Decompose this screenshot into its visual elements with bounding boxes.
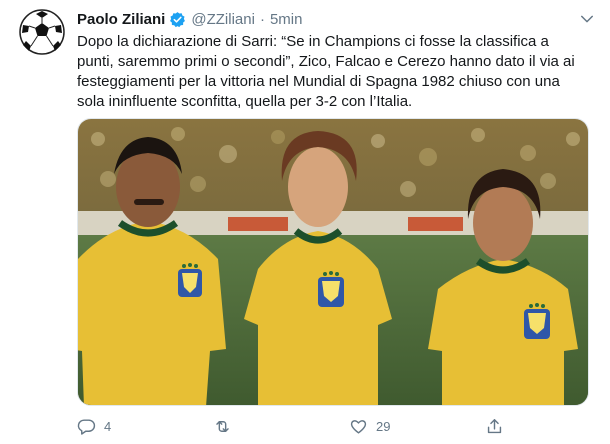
tweet-text: Dopo la dichiarazione di Sarri: “Se in C… [77,33,575,110]
tweet-actions: 4 29 [77,414,589,438]
share-button[interactable] [485,414,512,438]
tweet-card[interactable]: Paolo Ziliani @ZZiliani · 5min Dopo la d… [0,0,610,444]
retweet-button[interactable] [213,414,240,438]
author-name[interactable]: Paolo Ziliani [77,11,165,28]
retweet-icon [216,420,229,432]
reply-button[interactable]: 4 [77,414,111,438]
tweet-header: Paolo Ziliani @ZZiliani · 5min [77,8,302,30]
share-icon [487,418,502,433]
verified-badge-icon [169,11,186,28]
separator-dot: · [259,10,265,28]
heart-icon [350,419,367,434]
like-count: 29 [376,418,391,434]
timestamp[interactable]: 5min [270,11,303,28]
reply-count: 4 [104,418,112,434]
tweet-photo[interactable] [77,118,589,406]
author-handle[interactable]: @ZZiliani [191,11,255,28]
chevron-down-icon[interactable] [578,10,596,28]
reply-icon [77,418,96,435]
avatar[interactable] [18,8,66,56]
like-button[interactable]: 29 [349,414,390,438]
soccer-ball-icon [19,9,65,55]
